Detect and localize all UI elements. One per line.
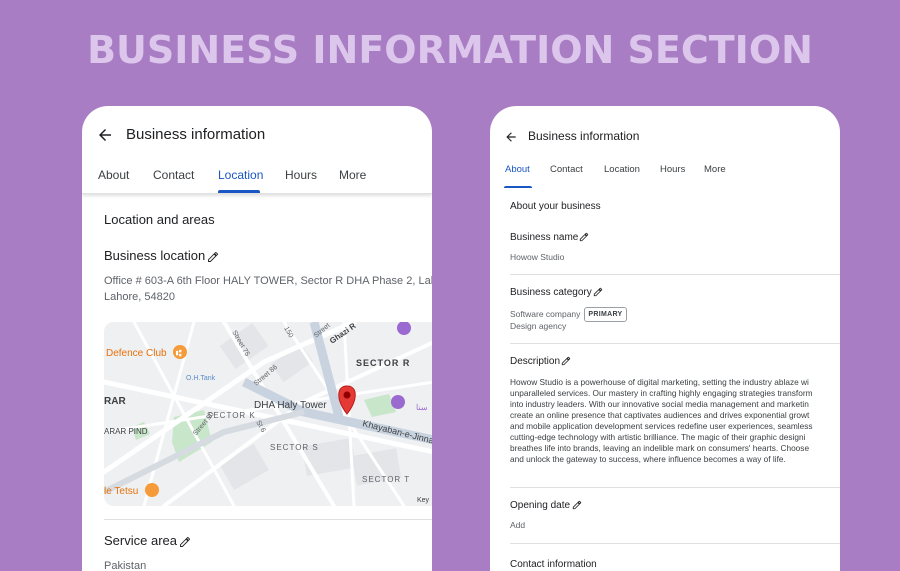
- tab-more[interactable]: More: [704, 164, 726, 175]
- divider: [510, 487, 840, 488]
- map-label-arar-pind: ARAR PIND: [104, 427, 148, 436]
- address-line-1: Office # 603-A 6th Floor HALY TOWER, Sec…: [104, 275, 432, 287]
- phone-screen-location: Business information About Contact Locat…: [82, 106, 432, 571]
- tab-location[interactable]: Location: [218, 168, 263, 182]
- top-app-bar: Business information: [490, 106, 840, 162]
- tab-hours[interactable]: Hours: [660, 164, 685, 175]
- description-line: and unlock the gateway to success, where…: [510, 454, 786, 464]
- restaurant-icon: [145, 483, 159, 497]
- map-label-dha-haly-tower: DHA Haly Tower: [254, 400, 327, 411]
- svg-text:⑆: ⑆: [176, 348, 182, 358]
- service-area-value: Pakistan: [104, 560, 147, 571]
- business-name-label-text: Business name: [510, 232, 579, 243]
- pencil-icon[interactable]: [207, 251, 219, 263]
- business-name-label[interactable]: Business name: [510, 232, 589, 243]
- service-area-label[interactable]: Service area: [104, 533, 191, 548]
- description-line: into industry leaders. With our innovati…: [510, 399, 809, 409]
- map-label-sector-r: SECTOR R: [356, 358, 410, 368]
- page-title: Business information: [528, 129, 640, 143]
- arrow-left-icon[interactable]: [96, 126, 114, 144]
- tab-about[interactable]: About: [505, 164, 530, 175]
- active-tab-indicator: [504, 186, 532, 188]
- map-label-oh-tank: O.H.Tank: [186, 375, 216, 382]
- opening-date-label-text: Opening date: [510, 500, 571, 511]
- pencil-icon[interactable]: [593, 287, 603, 297]
- contact-information-label: Contact information: [510, 559, 597, 570]
- description-line: unparalleled services. Our mastery in cr…: [510, 388, 813, 398]
- description-label[interactable]: Description: [510, 356, 571, 367]
- map-label-urdu: سنا: [416, 403, 428, 412]
- phone-screen-about: Business information About Contact Locat…: [490, 106, 840, 571]
- category-primary-text: Software company: [510, 308, 581, 319]
- map-canvas: Defence Club ⑆ O.H.Tank RAR ARAR PIND SE…: [104, 322, 432, 506]
- opening-date-label[interactable]: Opening date: [510, 500, 582, 511]
- divider: [104, 519, 432, 520]
- description-line: cutting-edge technology with artistic br…: [510, 432, 806, 442]
- description-label-text: Description: [510, 356, 561, 367]
- business-category-label-text: Business category: [510, 287, 592, 298]
- category-secondary: Design agency: [510, 321, 567, 331]
- service-area-label-text: Service area: [104, 533, 177, 548]
- business-location-label[interactable]: Business location: [104, 248, 219, 263]
- tab-bar: About Contact Location Hours More: [490, 162, 840, 188]
- section-heading: Location and areas: [104, 212, 215, 227]
- map-label-sector-t: SECTOR T: [362, 475, 410, 484]
- business-name-value: Howow Studio: [510, 252, 565, 262]
- tab-location[interactable]: Location: [604, 164, 640, 175]
- tab-contact[interactable]: Contact: [153, 168, 194, 182]
- description-line: create an online presence that captivate…: [510, 410, 810, 420]
- tab-hours[interactable]: Hours: [285, 168, 317, 182]
- location-map[interactable]: Defence Club ⑆ O.H.Tank RAR ARAR PIND SE…: [104, 322, 432, 506]
- category-primary: Software company PRIMARY: [510, 307, 627, 322]
- tab-about[interactable]: About: [98, 168, 129, 182]
- divider: [510, 543, 840, 544]
- top-app-bar: Business information: [82, 106, 432, 162]
- pencil-icon[interactable]: [579, 232, 589, 242]
- address-line-2: Lahore, 54820: [104, 291, 175, 303]
- tab-more[interactable]: More: [339, 168, 366, 182]
- business-location-label-text: Business location: [104, 248, 206, 263]
- map-label-sector-s: SECTOR S: [270, 443, 319, 452]
- pencil-icon[interactable]: [572, 500, 582, 510]
- description-line: and mobile application development servi…: [510, 421, 813, 431]
- opening-date-add-link[interactable]: Add: [510, 520, 525, 531]
- tab-contact[interactable]: Contact: [550, 164, 583, 175]
- pencil-icon[interactable]: [179, 536, 191, 548]
- map-label-key: Key: [417, 497, 430, 504]
- map-label-le-tetsu: le Tetsu: [104, 486, 138, 497]
- business-category-label[interactable]: Business category: [510, 287, 603, 298]
- primary-badge: PRIMARY: [584, 307, 627, 322]
- map-label-defence-club: Defence Club: [106, 348, 167, 359]
- description-line: Howow Studio is a powerhouse of digital …: [510, 377, 809, 387]
- headline: BUSINESS INFORMATION SECTION: [87, 28, 813, 72]
- divider: [510, 274, 840, 275]
- building-icon: [391, 395, 405, 409]
- active-tab-indicator: [218, 190, 260, 193]
- page-title: Business information: [126, 126, 266, 143]
- map-label-rar: RAR: [104, 396, 126, 407]
- tab-bar: About Contact Location Hours More: [82, 162, 432, 194]
- divider: [510, 343, 840, 344]
- arrow-left-icon[interactable]: [504, 130, 518, 144]
- section-heading: About your business: [510, 201, 601, 212]
- description-line: breathes life into brands, leaving an in…: [510, 443, 810, 453]
- pencil-icon[interactable]: [561, 356, 571, 366]
